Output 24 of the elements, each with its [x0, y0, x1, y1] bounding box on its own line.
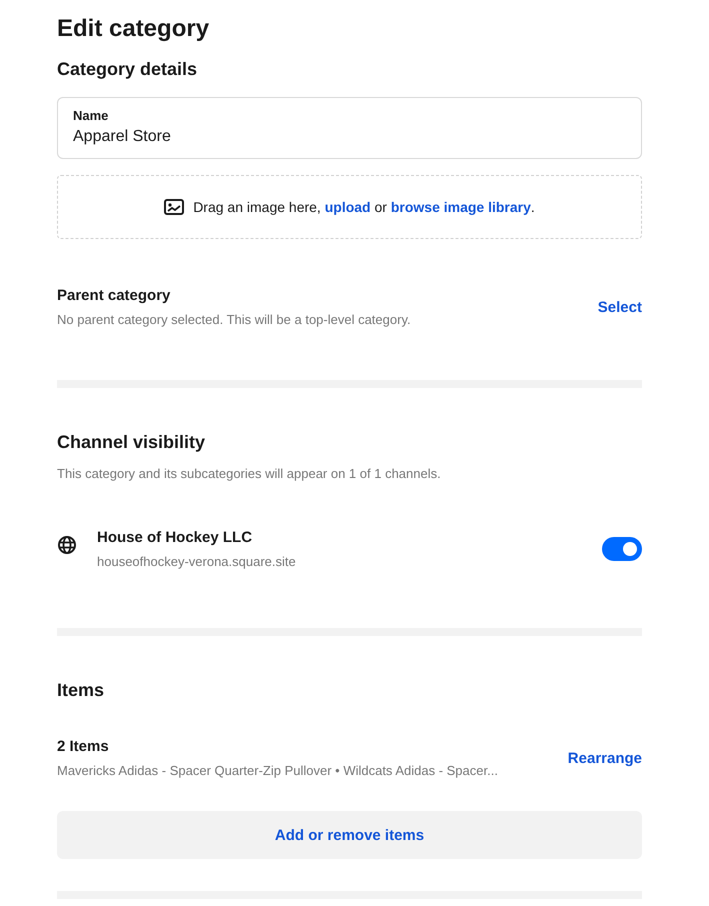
- image-icon: [164, 199, 184, 215]
- section-heading: Channel visibility: [57, 431, 206, 453]
- select-link[interactable]: Select: [598, 298, 642, 316]
- page-title: Edit category: [57, 15, 210, 43]
- link[interactable]: upload: [324, 199, 371, 215]
- field-label: Name: [73, 108, 108, 123]
- parent-category-description: No parent category selected. This will be a top-level category.: [57, 312, 411, 327]
- add-remove-items-button[interactable]: Add or remove items: [57, 811, 642, 859]
- section-heading: Category details: [57, 58, 198, 80]
- parent-category-label: Parent category: [57, 287, 170, 305]
- section-heading: Items: [57, 679, 104, 701]
- image-drop-zone[interactable]: Drag an image here, upload or browse image library.: [57, 175, 642, 239]
- rearrange-link[interactable]: Rearrange: [568, 750, 642, 766]
- text-input[interactable]: Apparel Store: [73, 128, 626, 146]
- channel-url: houseofhockey-verona.square.site: [97, 554, 296, 569]
- item-count: 2 Items: [57, 738, 109, 756]
- link[interactable]: browse image library: [390, 199, 531, 215]
- drop-instructions: Drag an image here, upload or browse image library.: [193, 199, 535, 215]
- globe-icon: [57, 535, 77, 555]
- toggle-switch[interactable]: [602, 537, 642, 561]
- channel-name: House of Hockey LLC: [97, 529, 252, 546]
- item-summary: Mavericks Adidas - Spacer Quarter-Zip Pullover • Wildcats Adidas - Spacer...: [57, 763, 498, 778]
- section-description: This category and its subcategories will appear on 1 of 1 channels.: [57, 466, 442, 481]
- name-field[interactable]: Name Apparel Store: [57, 97, 642, 159]
